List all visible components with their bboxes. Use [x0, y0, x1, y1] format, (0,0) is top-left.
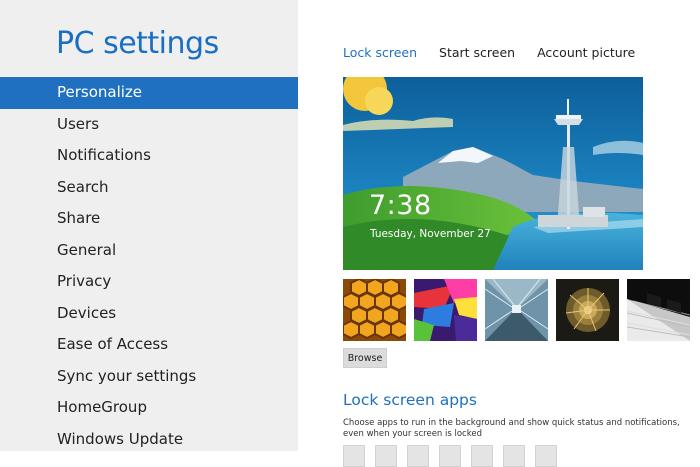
lock-app-slot[interactable]	[375, 445, 397, 467]
lock-screen-apps-title: Lock screen apps	[343, 391, 477, 409]
lock-screen-apps-description: Choose apps to run in the background and…	[343, 418, 680, 439]
thumbnail-honeycomb[interactable]	[343, 279, 406, 341]
lock-app-slot[interactable]	[503, 445, 525, 467]
background-thumbnails	[343, 279, 690, 341]
lock-screen-date: Tuesday, November 27	[370, 228, 491, 240]
sidebar: PC settings Personalize Users Notificati…	[0, 0, 298, 451]
tab-bar: Lock screen Start screen Account picture	[343, 45, 635, 60]
sidebar-item-devices[interactable]: Devices	[0, 298, 298, 330]
sidebar-item-ease-of-access[interactable]: Ease of Access	[0, 329, 298, 361]
sidebar-item-sync-settings[interactable]: Sync your settings	[0, 361, 298, 393]
browse-button[interactable]: Browse	[343, 348, 387, 368]
thumbnail-colorful-shapes[interactable]	[414, 279, 477, 341]
tab-start-screen[interactable]: Start screen	[439, 45, 515, 60]
tab-lock-screen[interactable]: Lock screen	[343, 45, 417, 60]
sidebar-item-windows-update[interactable]: Windows Update	[0, 424, 298, 456]
sidebar-item-notifications[interactable]: Notifications	[0, 140, 298, 172]
sidebar-item-users[interactable]: Users	[0, 109, 298, 141]
preview-image	[343, 77, 643, 270]
lock-app-slot[interactable]	[439, 445, 461, 467]
sidebar-item-personalize[interactable]: Personalize	[0, 77, 298, 109]
main-content: Lock screen Start screen Account picture	[298, 0, 700, 467]
thumbnail-tunnel[interactable]	[485, 279, 548, 341]
lock-app-slot[interactable]	[535, 445, 557, 467]
sidebar-item-homegroup[interactable]: HomeGroup	[0, 392, 298, 424]
thumbnail-nautilus-shell[interactable]	[556, 279, 619, 341]
sidebar-item-general[interactable]: General	[0, 235, 298, 267]
sidebar-nav: Personalize Users Notifications Search S…	[0, 77, 298, 455]
lock-app-slot[interactable]	[407, 445, 429, 467]
app-title: PC settings	[56, 26, 219, 61]
lock-screen-preview: 7:38 Tuesday, November 27	[343, 77, 643, 270]
tab-account-picture[interactable]: Account picture	[537, 45, 635, 60]
sidebar-item-share[interactable]: Share	[0, 203, 298, 235]
lock-app-slot[interactable]	[343, 445, 365, 467]
lock-app-slot[interactable]	[471, 445, 493, 467]
lock-screen-time: 7:38	[369, 190, 432, 221]
sidebar-item-privacy[interactable]: Privacy	[0, 266, 298, 298]
sidebar-item-search[interactable]: Search	[0, 172, 298, 204]
lock-screen-app-slots	[343, 445, 557, 467]
thumbnail-piano-keys[interactable]	[627, 279, 690, 341]
